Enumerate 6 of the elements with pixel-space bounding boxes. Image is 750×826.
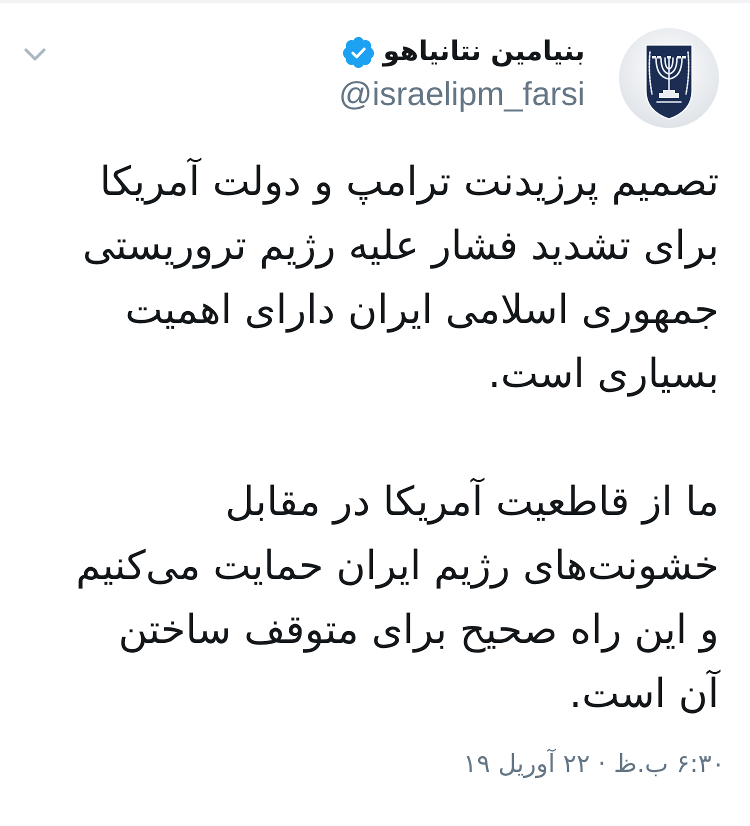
tweet-paragraph: تصمیم پرزیدنت ترامپ و دولت آمریکا برای تشدید فشار علیه رژیم تروریستی جمهوری اسلامی ایران دارای اهمیت بسیاری است. — [81, 156, 719, 399]
author-name[interactable]: بنیامین نتانیاهو — [383, 34, 585, 70]
menorah-shield-icon[interactable] — [619, 28, 719, 128]
tweet-paragraph: ما از قاطعیت آمریکا در مقابل خشونت‌های رژیم ایران حمایت می‌کنیم و این راه صحیح برای متوقف ساختن آن است. — [74, 476, 719, 719]
author-handle[interactable]: @israelipm_farsi — [338, 74, 585, 114]
tweet-timestamp: ۶:۳۰ ب.ظ · ۲۲ آوریل ۱۹ — [463, 748, 725, 780]
